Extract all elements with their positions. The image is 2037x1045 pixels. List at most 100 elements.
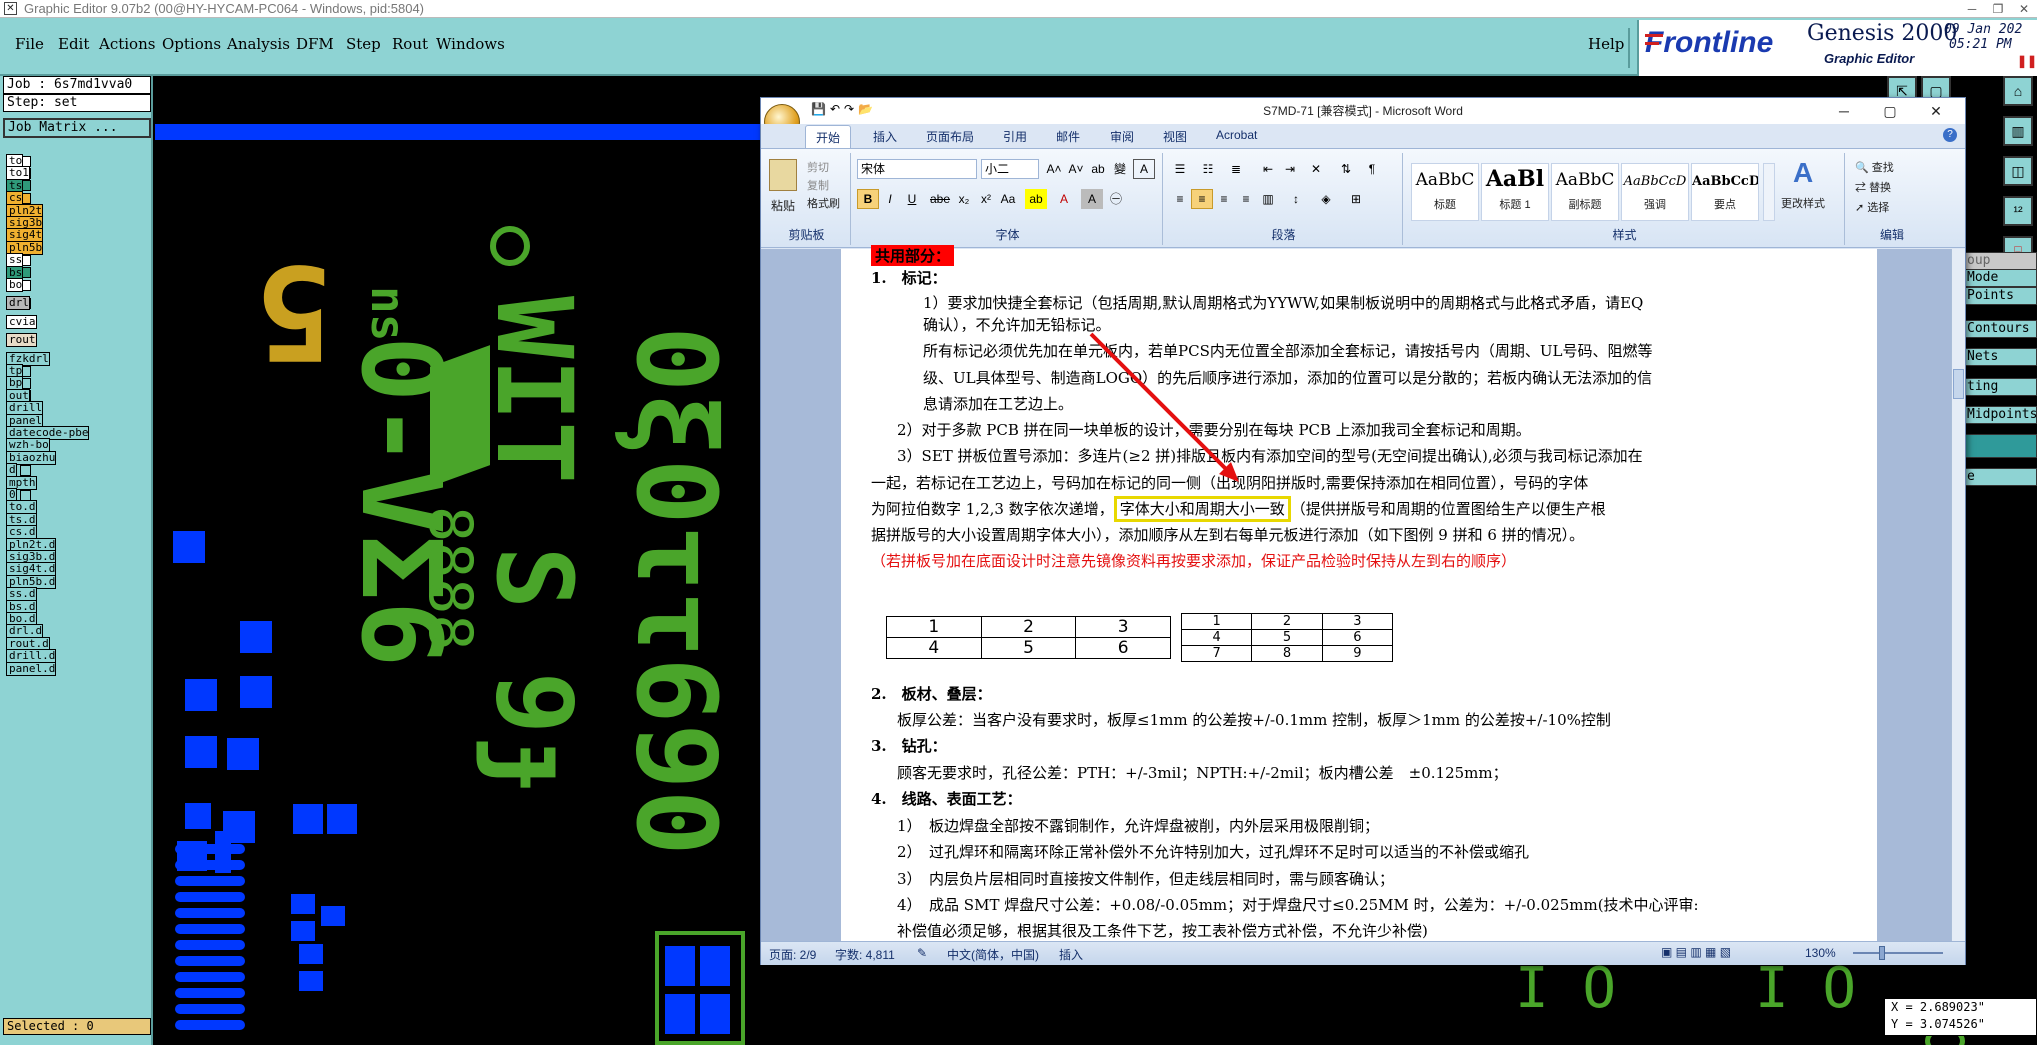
find-button[interactable]: 🔍 查找 (1855, 159, 1894, 175)
bold-button[interactable]: B (857, 189, 879, 209)
line-spacing-button[interactable]: ↕ (1285, 189, 1307, 209)
layer-row-rout[interactable]: rout (6, 333, 124, 348)
asian-layout-button[interactable]: ✕ (1305, 159, 1327, 179)
menu-actions[interactable]: Actions (99, 35, 155, 53)
menu-windows[interactable]: Windows (436, 35, 505, 53)
select-button[interactable]: ➚ 选择 (1855, 199, 1889, 215)
menu-options[interactable]: Options (162, 35, 221, 53)
mode-points[interactable]: Points (1962, 287, 2037, 305)
scroll-thumb[interactable] (1953, 369, 1964, 399)
style-strong[interactable]: AaBbCcD 要点 (1691, 163, 1759, 221)
paste-button[interactable]: 粘贴 (771, 197, 795, 214)
decrease-indent-button[interactable]: ⇤ (1257, 159, 1279, 179)
grow-font-button[interactable]: A˄ (1043, 159, 1065, 179)
distribute-button[interactable]: ▥ (1257, 189, 1279, 209)
open-icon[interactable]: 📂 (858, 102, 873, 116)
mode-e[interactable]: e (1962, 468, 2037, 486)
job-matrix-button[interactable]: Job Matrix ... (3, 118, 151, 138)
close-button[interactable]: ✕ (2011, 0, 2037, 18)
home-icon[interactable]: ⌂ (2003, 76, 2033, 106)
layer-row-drl[interactable]: drl (6, 296, 124, 311)
highlight-button[interactable]: ab (1025, 189, 1047, 209)
char-border-button[interactable]: A (1133, 159, 1155, 179)
document-area[interactable]: 共用部分： 1. 标记： 1）要求加快捷全套标记（包括周期,默认周期格式为YYW… (761, 245, 1951, 941)
menu-help[interactable]: Help (1588, 35, 1624, 53)
status-mode[interactable]: 插入 (1059, 946, 1083, 963)
copy-button[interactable]: 复制 (807, 177, 829, 193)
menu-edit[interactable]: Edit (58, 35, 89, 53)
strike-button[interactable]: abe (929, 189, 951, 209)
menu-rout[interactable]: Rout (392, 35, 428, 53)
format-painter-button[interactable]: 格式刷 (807, 195, 840, 211)
zoom-thumb[interactable] (1879, 946, 1885, 960)
superscript-button[interactable]: x² (975, 189, 997, 209)
justify-button[interactable]: ≡ (1235, 189, 1257, 209)
subscript-button[interactable]: x₂ (953, 189, 975, 209)
tab-acrobat[interactable]: Acrobat (1216, 128, 1257, 142)
layer-color-swatch[interactable] (20, 464, 31, 476)
mode-ting[interactable]: ting (1962, 378, 2037, 396)
font-name-combo[interactable]: 宋体 (857, 159, 977, 179)
enclose-char-button[interactable]: ㊀ (1105, 189, 1127, 209)
word-maximize-button[interactable]: ▢ (1867, 98, 1913, 124)
clear-format-button[interactable]: ab (1087, 159, 1109, 179)
tab-mailings[interactable]: 邮件 (1056, 128, 1080, 145)
mode-midpoints[interactable]: Midpoints (1962, 406, 2037, 424)
minimize-button[interactable]: ─ (1959, 0, 1985, 18)
tool-button[interactable]: ◫ (2003, 156, 2033, 186)
word-window[interactable]: S7MD-71 [兼容模式] - Microsoft Word 💾 ↶ ↷ 📂 … (760, 97, 1966, 965)
status-language[interactable]: 中文(简体，中国) (947, 946, 1039, 963)
layer-row-panel-d[interactable]: panel.d (6, 661, 124, 676)
replace-button[interactable]: ⇄ 替换 (1855, 179, 1891, 195)
zoom-level[interactable]: 130% (1805, 946, 1836, 960)
char-shading-button[interactable]: A (1081, 189, 1103, 209)
word-close-button[interactable]: ✕ (1913, 98, 1959, 124)
font-color-button[interactable]: A (1053, 189, 1075, 209)
change-styles-button[interactable]: 更改样式 (1781, 195, 1825, 211)
status-page[interactable]: 页面: 2/9 (769, 946, 816, 963)
tab-layout[interactable]: 页面布局 (926, 128, 974, 145)
underline-button[interactable]: U (901, 189, 923, 209)
undo-icon[interactable]: ↶ (830, 102, 840, 116)
font-size-combo[interactable]: 小二 (981, 159, 1039, 179)
status-words[interactable]: 字数: 4,811 (835, 946, 895, 963)
increase-indent-button[interactable]: ⇥ (1279, 159, 1301, 179)
mode-contours[interactable]: Contours (1962, 320, 2037, 338)
phonetic-button[interactable]: 變 (1109, 159, 1131, 179)
tab-insert[interactable]: 插入 (873, 128, 897, 145)
style-title[interactable]: AaBbC 标题 (1411, 163, 1479, 221)
styles-scroll[interactable] (1763, 163, 1775, 221)
save-icon[interactable]: 💾 (811, 102, 826, 116)
layer-color-swatch[interactable] (20, 489, 31, 501)
style-subtitle[interactable]: AaBbC 副标题 (1551, 163, 1619, 221)
cut-button[interactable]: 剪切 (807, 159, 829, 175)
view-buttons[interactable]: ▣ ▤ ▥ ▦ ▧ (1661, 945, 1731, 959)
align-left-button[interactable]: ≡ (1169, 189, 1191, 209)
spellcheck-icon[interactable]: ✎ (917, 946, 927, 960)
zoom-slider[interactable] (1853, 952, 1943, 954)
help-icon[interactable]: ? (1943, 128, 1957, 142)
bullets-button[interactable]: ☰ (1169, 159, 1191, 179)
sort-button[interactable]: ⇅ (1335, 159, 1357, 179)
tool-button[interactable]: ▥ (2003, 116, 2033, 146)
word-minimize-button[interactable]: ─ (1821, 98, 1867, 124)
vertical-scrollbar[interactable] (1951, 249, 1965, 941)
align-center-button[interactable]: ≡ (1191, 189, 1213, 209)
layer-row-bo[interactable]: bo (6, 278, 124, 292)
align-right-button[interactable]: ≡ (1213, 189, 1235, 209)
mode-selected[interactable] (1962, 434, 2037, 458)
style-heading1[interactable]: AaBl 标题 1 (1481, 163, 1549, 221)
style-emphasis[interactable]: AaBbCcD 强调 (1621, 163, 1689, 221)
restore-button[interactable]: ❐ (1985, 0, 2011, 18)
mode-nets[interactable]: Nets (1962, 348, 2037, 366)
redo-icon[interactable]: ↷ (844, 102, 854, 116)
borders-button[interactable]: ⊞ (1345, 189, 1367, 209)
tool-button[interactable]: ¹² (2003, 196, 2033, 226)
shading-button[interactable]: ◈ (1315, 189, 1337, 209)
tab-references[interactable]: 引用 (1003, 128, 1027, 145)
menu-step[interactable]: Step (346, 35, 381, 53)
layer-row-cvia[interactable]: cvia (6, 314, 124, 329)
multilevel-button[interactable]: ≣ (1225, 159, 1247, 179)
tab-view[interactable]: 视图 (1163, 128, 1187, 145)
show-marks-button[interactable]: ¶ (1361, 159, 1383, 179)
